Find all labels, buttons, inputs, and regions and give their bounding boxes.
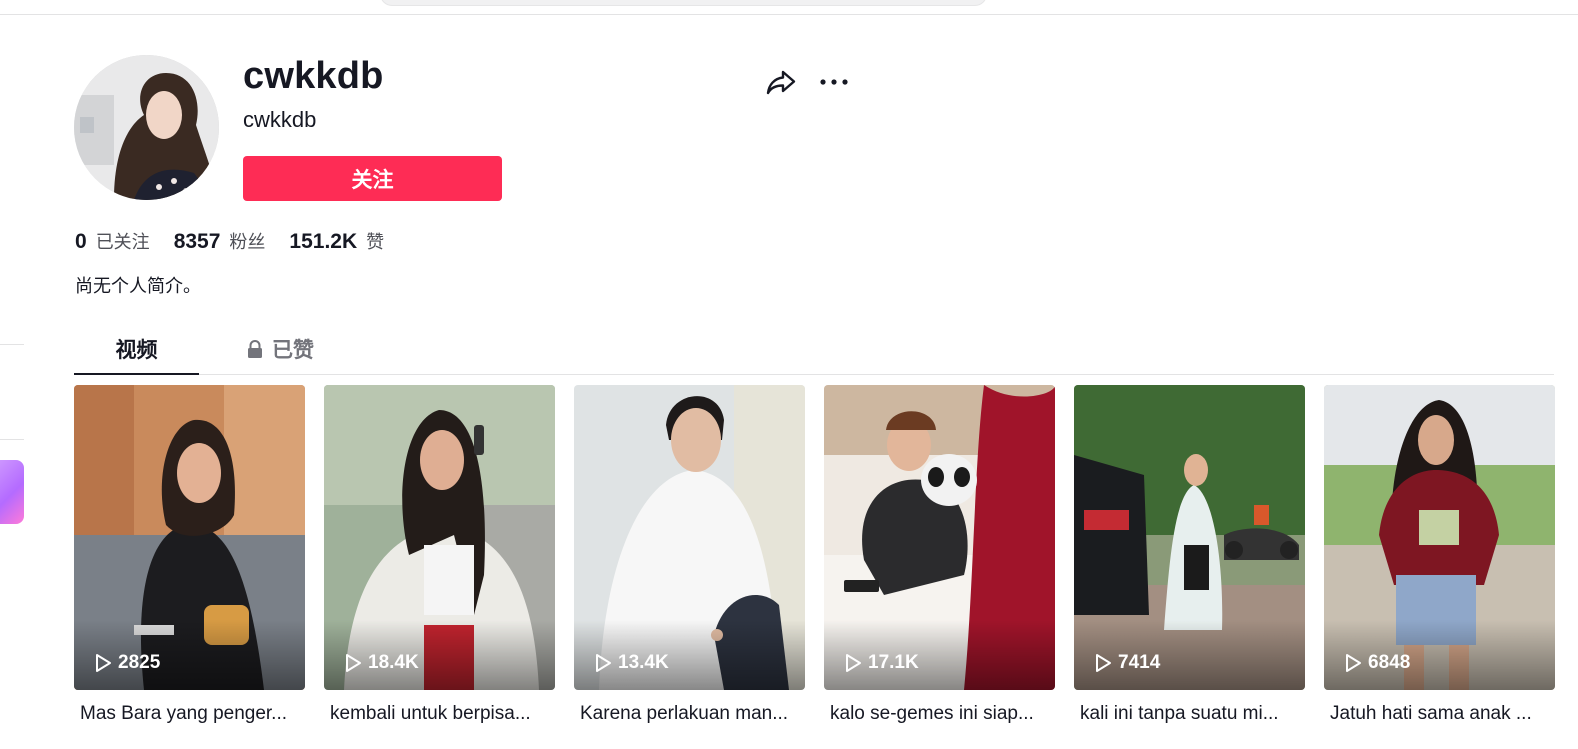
sidebar-promo-banner[interactable]	[0, 460, 24, 524]
stat-value: 0	[75, 230, 87, 253]
video-caption[interactable]: Jatuh hati sama anak ...	[1324, 703, 1552, 725]
sidebar-divider	[0, 344, 24, 345]
play-icon	[596, 654, 611, 672]
video-thumbnail[interactable]: 2825	[74, 385, 305, 690]
video-caption[interactable]: kalo se-gemes ini siap...	[824, 703, 1052, 725]
play-icon	[96, 654, 111, 672]
video-card[interactable]: 18.4K kembali untuk berpisa...	[324, 385, 555, 725]
video-caption[interactable]: kembali untuk berpisa...	[324, 703, 552, 725]
stat-label: 已关注	[95, 232, 150, 252]
tab-label: 已赞	[272, 339, 314, 362]
share-icon[interactable]	[764, 66, 798, 98]
profile-handle: cwkkdb	[243, 107, 317, 132]
video-thumbnail[interactable]: 6848	[1324, 385, 1555, 690]
profile-bio: 尚无个人简介。	[75, 276, 201, 296]
video-thumbnail[interactable]: 18.4K	[324, 385, 555, 690]
play-icon	[1096, 654, 1111, 672]
profile-stats: 0 已关注 8357 粉丝 151.2K 赞	[75, 228, 408, 254]
video-card[interactable]: 7414 kali ini tanpa suatu mi...	[1074, 385, 1305, 725]
play-count-value: 18.4K	[368, 652, 419, 673]
tab-label: 视频	[115, 339, 158, 362]
play-count-value: 13.4K	[618, 652, 669, 673]
profile-username: cwkkdb	[243, 55, 384, 97]
stat-followers[interactable]: 8357 粉丝	[174, 228, 266, 254]
tab-videos[interactable]: 视频	[74, 324, 199, 375]
play-count: 6848	[1344, 652, 1410, 674]
stat-value: 151.2K	[289, 230, 358, 253]
tab-liked[interactable]: 已赞	[240, 324, 320, 374]
video-caption[interactable]: kali ini tanpa suatu mi...	[1074, 703, 1302, 725]
stat-likes: 151.2K 赞	[289, 228, 384, 254]
stat-label: 赞	[366, 232, 385, 252]
avatar[interactable]	[74, 55, 219, 200]
stat-following[interactable]: 0 已关注	[75, 228, 150, 254]
follow-button[interactable]: 关注	[243, 156, 502, 201]
more-icon[interactable]	[818, 66, 850, 98]
profile-tabs: 视频 已赞	[74, 324, 1554, 375]
video-caption[interactable]: Karena perlakuan man...	[574, 703, 802, 725]
video-caption[interactable]: Mas Bara yang penger...	[74, 703, 302, 725]
active-tab-indicator	[74, 373, 199, 375]
stat-label: 粉丝	[229, 232, 266, 252]
play-count-value: 2825	[118, 652, 161, 673]
lock-icon	[246, 339, 264, 359]
video-grid: 2825 Mas Bara yang penger... 18.4K kemba…	[74, 385, 1578, 749]
play-count: 2825	[94, 652, 160, 674]
play-count-value: 17.1K	[868, 652, 919, 673]
video-card[interactable]: 2825 Mas Bara yang penger...	[74, 385, 305, 725]
sidebar-edge	[0, 14, 26, 749]
video-thumbnail[interactable]: 13.4K	[574, 385, 805, 690]
sidebar-divider	[0, 439, 24, 440]
play-icon	[1346, 654, 1361, 672]
video-thumbnail[interactable]: 7414	[1074, 385, 1305, 690]
video-card[interactable]: 17.1K kalo se-gemes ini siap...	[824, 385, 1055, 725]
play-count: 13.4K	[594, 652, 669, 674]
video-card[interactable]: 13.4K Karena perlakuan man...	[574, 385, 805, 725]
play-icon	[846, 654, 861, 672]
play-count-value: 7414	[1118, 652, 1161, 673]
search-bar[interactable]	[380, 0, 987, 6]
play-count: 17.1K	[844, 652, 919, 674]
play-icon	[346, 654, 361, 672]
stat-value: 8357	[173, 230, 221, 253]
top-navigation-bar	[0, 0, 1578, 15]
play-count: 7414	[1094, 652, 1160, 674]
play-count-value: 6848	[1368, 652, 1411, 673]
video-thumbnail[interactable]: 17.1K	[824, 385, 1055, 690]
video-card[interactable]: 6848 Jatuh hati sama anak ...	[1324, 385, 1555, 725]
play-count: 18.4K	[344, 652, 419, 674]
